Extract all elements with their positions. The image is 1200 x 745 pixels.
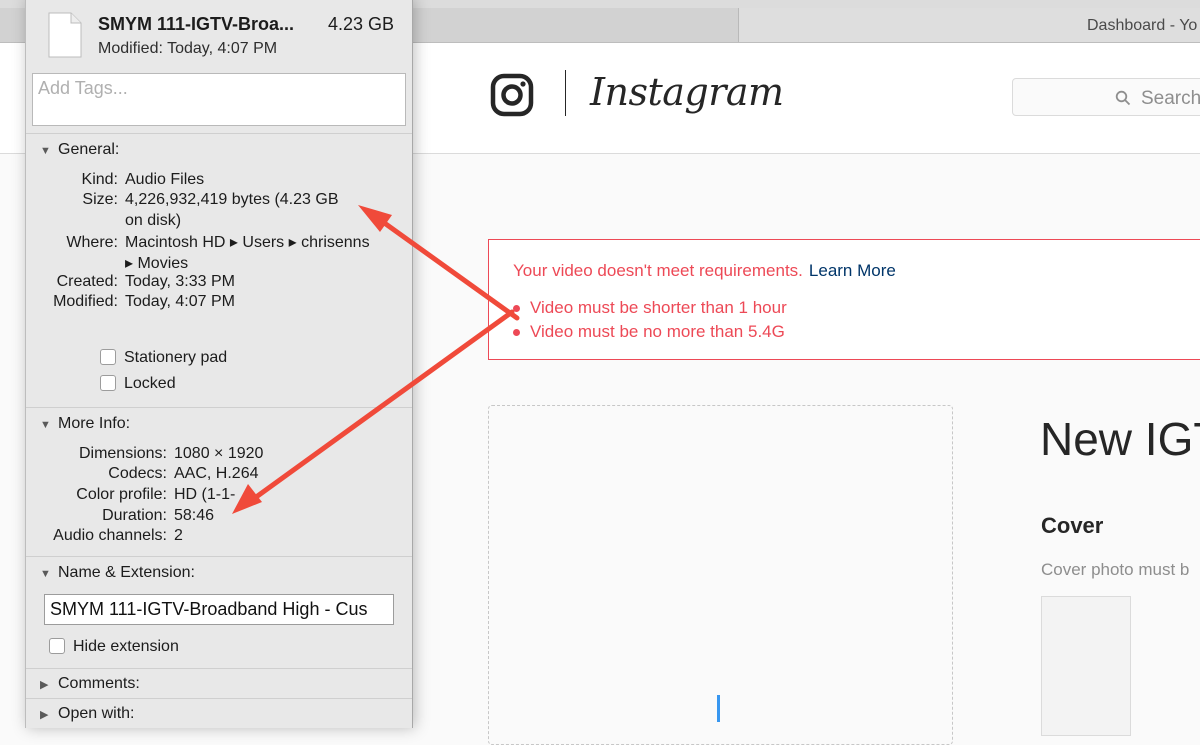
filename-field[interactable] <box>44 594 394 625</box>
info-row-codecs: Codecs: AAC, H.264 <box>26 465 258 483</box>
disclosure-triangle-open-icon: ▼ <box>40 145 51 157</box>
search-icon <box>1115 90 1131 106</box>
cover-heading: Cover <box>1041 513 1104 538</box>
info-row-where: Where: Macintosh HD ▸ Users ▸ chrisenns <box>26 232 370 252</box>
file-modified: Modified: Today, 4:07 PM <box>98 40 278 57</box>
section-comments-toggle[interactable]: ▶ Comments: <box>40 675 140 693</box>
info-row-duration: Duration: 58:46 <box>26 507 214 525</box>
error-item-text: Video must be shorter than 1 hour <box>530 298 787 317</box>
row-value: Today, 4:07 PM <box>125 293 235 310</box>
row-value: 1080 × 1920 <box>174 445 264 462</box>
disclosure-triangle-open-icon: ▼ <box>40 419 51 431</box>
section-general-toggle[interactable]: ▼ General: <box>40 141 119 159</box>
divider <box>26 407 412 408</box>
row-value: 2 <box>174 527 183 544</box>
divider <box>26 556 412 557</box>
section-name-extension-toggle[interactable]: ▼ Name & Extension: <box>40 564 195 582</box>
stationery-pad-checkbox[interactable]: Stationery pad <box>100 349 227 367</box>
info-row-size-cont: on disk) <box>125 212 182 229</box>
checkbox-unchecked-icon <box>100 349 116 365</box>
browser-tab-active[interactable]: Dashboard - Yo <box>739 8 1200 42</box>
info-row-modified: Modified: Today, 4:07 PM <box>26 293 235 311</box>
cover-photo-slot[interactable] <box>1041 596 1131 736</box>
info-row-dimensions: Dimensions: 1080 × 1920 <box>26 445 263 463</box>
row-label: Where: <box>66 234 118 251</box>
row-label: Size: <box>82 191 118 208</box>
divider <box>26 668 412 669</box>
locked-checkbox[interactable]: Locked <box>100 375 176 393</box>
row-label: Duration: <box>102 507 167 524</box>
cover-description: Cover photo must b <box>1041 560 1190 579</box>
checkbox-label: Stationery pad <box>124 349 228 366</box>
bullet-icon <box>513 329 520 337</box>
row-label: Color profile: <box>76 486 167 503</box>
error-title-text: Your video doesn't meet requirements. <box>513 261 803 280</box>
row-label: Audio channels: <box>53 527 167 544</box>
info-row-where-cont: ▸ Movies <box>125 255 189 272</box>
document-icon <box>48 12 82 58</box>
disclosure-triangle-open-icon: ▼ <box>40 568 51 580</box>
row-label: Modified: <box>53 293 118 310</box>
video-upload-dropzone[interactable] <box>488 405 953 745</box>
row-value: HD (1-1- <box>174 486 236 503</box>
row-value: 58:46 <box>174 507 215 524</box>
section-more-info-toggle[interactable]: ▼ More Info: <box>40 415 130 433</box>
checkbox-unchecked-icon <box>49 638 65 654</box>
row-value: AAC, H.264 <box>174 465 259 482</box>
row-label: Dimensions: <box>78 445 167 462</box>
checkbox-label: Hide extension <box>73 638 179 655</box>
error-item: Video must be no more than 5.4G <box>513 322 785 342</box>
bullet-icon <box>513 305 520 313</box>
row-value: Audio Files <box>125 171 205 188</box>
tags-input[interactable] <box>32 73 406 126</box>
disclosure-triangle-closed-icon: ▶ <box>40 679 49 691</box>
upload-indicator <box>717 695 720 722</box>
search-placeholder: Search <box>1141 88 1200 109</box>
checkbox-label: Locked <box>124 375 176 392</box>
info-row-kind: Kind: Audio Files <box>26 171 205 189</box>
info-row-audio-channels: Audio channels: 2 <box>26 527 183 545</box>
section-open-with-toggle[interactable]: ▶ Open with: <box>40 705 134 723</box>
disclosure-triangle-closed-icon: ▶ <box>40 709 49 721</box>
error-item: Video must be shorter than 1 hour <box>513 298 787 318</box>
instagram-wordmark[interactable]: Instagram <box>590 70 784 114</box>
row-value: 4,226,932,419 bytes (4.23 GB <box>125 191 339 208</box>
row-value: Macintosh HD ▸ Users ▸ chrisenns <box>125 234 370 251</box>
header-divider <box>565 70 566 116</box>
divider <box>26 133 412 134</box>
error-title: Your video doesn't meet requirements. Lea… <box>513 261 896 281</box>
info-row-created: Created: Today, 3:33 PM <box>26 273 235 291</box>
section-label: Open with: <box>58 705 135 722</box>
error-item-text: Video must be no more than 5.4G <box>530 322 785 341</box>
section-label: General: <box>58 141 120 158</box>
get-info-window: SMYM 111-IGTV-Broa... 4.23 GB Modified: … <box>25 0 413 728</box>
divider <box>26 698 412 699</box>
info-row-color-profile: Color profile: HD (1-1- <box>26 486 235 504</box>
section-label: Comments: <box>58 675 140 692</box>
file-name: SMYM 111-IGTV-Broa... <box>98 14 295 34</box>
instagram-camera-icon[interactable] <box>490 73 534 117</box>
search-input[interactable]: Search <box>1012 78 1200 116</box>
learn-more-link[interactable]: Learn More <box>809 261 896 280</box>
row-label: Codecs: <box>108 465 167 482</box>
info-row-size: Size: 4,226,932,419 bytes (4.23 GB <box>26 191 338 209</box>
tab-title: Dashboard - Yo <box>1087 17 1198 34</box>
row-label: Created: <box>56 273 118 290</box>
file-size: 4.23 GB <box>328 14 395 34</box>
error-message-box: Your video doesn't meet requirements. Lea… <box>488 239 1200 360</box>
section-label: Name & Extension: <box>58 564 195 581</box>
row-value: Today, 3:33 PM <box>125 273 235 290</box>
section-label: More Info: <box>58 415 131 432</box>
checkbox-unchecked-icon <box>100 375 116 391</box>
row-label: Kind: <box>81 171 118 188</box>
page-title: New IGT <box>1040 413 1200 465</box>
hide-extension-checkbox[interactable]: Hide extension <box>49 638 179 656</box>
